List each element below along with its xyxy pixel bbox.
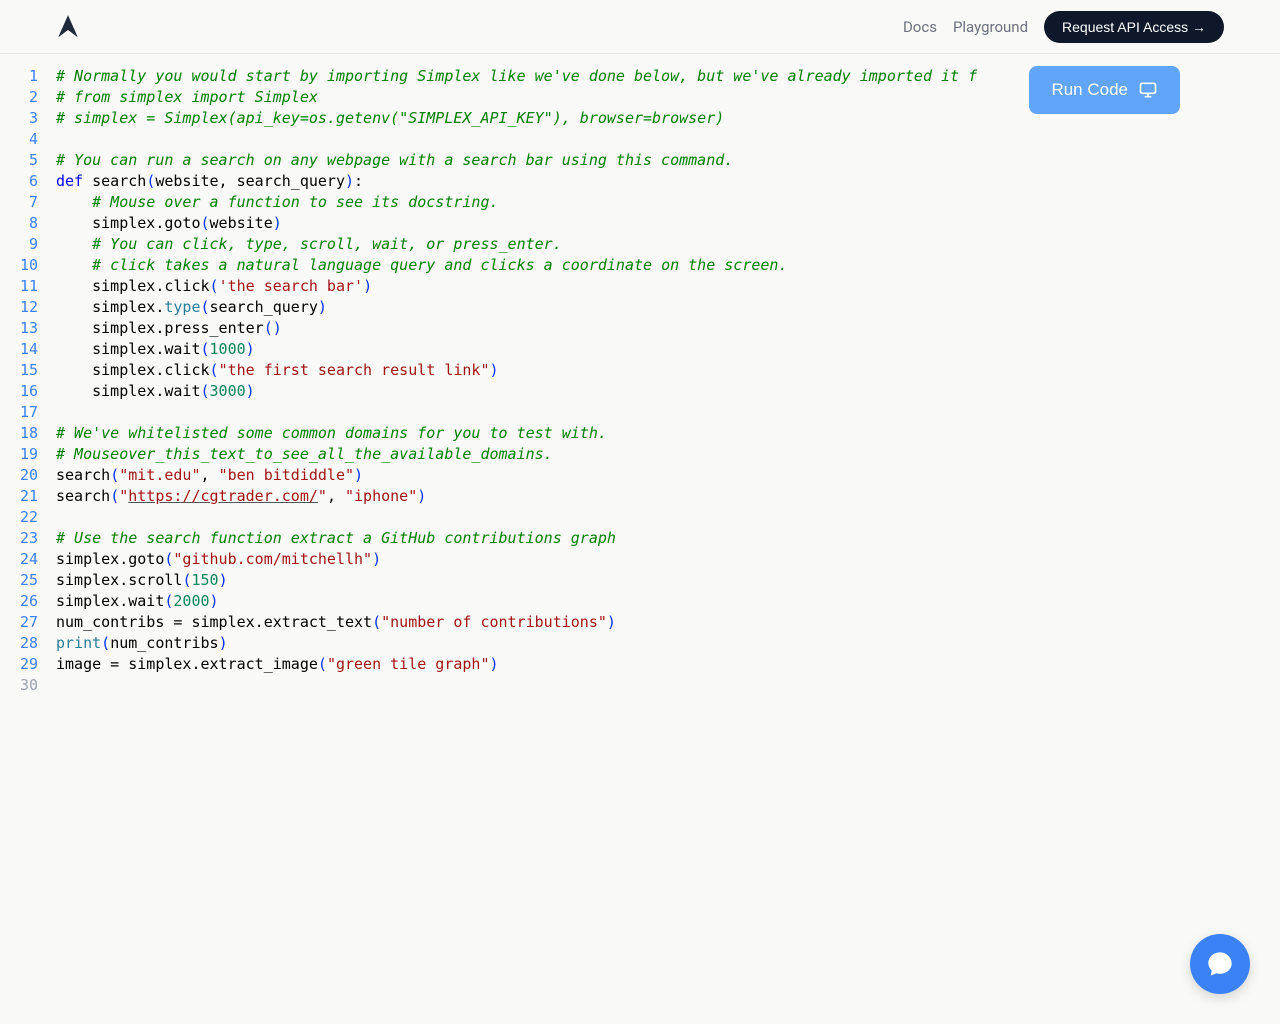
line-content[interactable]: simplex.scroll(150) xyxy=(56,570,1280,591)
line-content[interactable]: search("mit.edu", "ben bitdiddle") xyxy=(56,465,1280,486)
line-content[interactable]: simplex.type(search_query) xyxy=(56,297,1280,318)
line-number: 11 xyxy=(0,276,56,297)
line-content[interactable]: simplex.goto(website) xyxy=(56,213,1280,234)
code-line[interactable]: 24simplex.goto("github.com/mitchellh") xyxy=(0,549,1280,570)
line-content[interactable]: # click takes a natural language query a… xyxy=(56,255,1280,276)
line-number: 5 xyxy=(0,150,56,171)
line-content[interactable] xyxy=(56,129,1280,150)
editor[interactable]: Run Code 1# Normally you would start by … xyxy=(0,54,1280,696)
line-number: 10 xyxy=(0,255,56,276)
code-line[interactable]: 6def search(website, search_query): xyxy=(0,171,1280,192)
code-line[interactable]: 7 # Mouse over a function to see its doc… xyxy=(0,192,1280,213)
code-line[interactable]: 8 simplex.goto(website) xyxy=(0,213,1280,234)
line-content[interactable]: # Mouse over a function to see its docst… xyxy=(56,192,1280,213)
line-content[interactable]: simplex.click("the first search result l… xyxy=(56,360,1280,381)
line-content[interactable]: simplex.wait(2000) xyxy=(56,591,1280,612)
line-content[interactable]: simplex.press_enter() xyxy=(56,318,1280,339)
code-line[interactable]: 13 simplex.press_enter() xyxy=(0,318,1280,339)
line-number: 25 xyxy=(0,570,56,591)
request-api-button[interactable]: Request API Access → xyxy=(1044,11,1224,43)
code-line[interactable]: 4 xyxy=(0,129,1280,150)
code-line[interactable]: 25simplex.scroll(150) xyxy=(0,570,1280,591)
code-line[interactable]: 19# Mouseover_this_text_to_see_all_the_a… xyxy=(0,444,1280,465)
code-line[interactable]: 11 simplex.click('the search bar') xyxy=(0,276,1280,297)
code-line[interactable]: 27num_contribs = simplex.extract_text("n… xyxy=(0,612,1280,633)
line-number: 7 xyxy=(0,192,56,213)
line-content[interactable]: print(num_contribs) xyxy=(56,633,1280,654)
code-line[interactable]: 28print(num_contribs) xyxy=(0,633,1280,654)
run-code-label: Run Code xyxy=(1051,80,1128,100)
code-line[interactable]: 18# We've whitelisted some common domain… xyxy=(0,423,1280,444)
line-content[interactable]: search("https://cgtrader.com/", "iphone"… xyxy=(56,486,1280,507)
line-content[interactable]: # Mouseover_this_text_to_see_all_the_ava… xyxy=(56,444,1280,465)
line-content[interactable] xyxy=(56,675,1280,696)
code-line[interactable]: 22 xyxy=(0,507,1280,528)
line-content[interactable]: num_contribs = simplex.extract_text("num… xyxy=(56,612,1280,633)
line-number: 26 xyxy=(0,591,56,612)
line-number: 9 xyxy=(0,234,56,255)
line-number: 4 xyxy=(0,129,56,150)
line-content[interactable]: simplex.wait(1000) xyxy=(56,339,1280,360)
line-content[interactable]: simplex.goto("github.com/mitchellh") xyxy=(56,549,1280,570)
code-line[interactable]: 12 simplex.type(search_query) xyxy=(0,297,1280,318)
line-number: 16 xyxy=(0,381,56,402)
run-code-button[interactable]: Run Code xyxy=(1029,66,1180,114)
line-number: 30 xyxy=(0,675,56,696)
code-line[interactable]: 5# You can run a search on any webpage w… xyxy=(0,150,1280,171)
nav-playground[interactable]: Playground xyxy=(953,18,1028,36)
code-line[interactable]: 29image = simplex.extract_image("green t… xyxy=(0,654,1280,675)
code-line[interactable]: 20search("mit.edu", "ben bitdiddle") xyxy=(0,465,1280,486)
line-number: 24 xyxy=(0,549,56,570)
code-line[interactable]: 14 simplex.wait(1000) xyxy=(0,339,1280,360)
line-content[interactable]: simplex.click('the search bar') xyxy=(56,276,1280,297)
line-content[interactable]: def search(website, search_query): xyxy=(56,171,1280,192)
header: Docs Playground Request API Access → xyxy=(0,0,1280,54)
line-number: 2 xyxy=(0,87,56,108)
line-number: 22 xyxy=(0,507,56,528)
chat-icon xyxy=(1206,950,1234,978)
line-number: 14 xyxy=(0,339,56,360)
line-number: 27 xyxy=(0,612,56,633)
code-line[interactable]: 30 xyxy=(0,675,1280,696)
line-number: 18 xyxy=(0,423,56,444)
line-content[interactable]: # We've whitelisted some common domains … xyxy=(56,423,1280,444)
code-line[interactable]: 16 simplex.wait(3000) xyxy=(0,381,1280,402)
line-number: 1 xyxy=(0,66,56,87)
line-content[interactable] xyxy=(56,507,1280,528)
line-number: 17 xyxy=(0,402,56,423)
line-content[interactable] xyxy=(56,402,1280,423)
line-content[interactable]: # Use the search function extract a GitH… xyxy=(56,528,1280,549)
nav: Docs Playground Request API Access → xyxy=(903,11,1224,43)
nav-docs[interactable]: Docs xyxy=(903,18,937,36)
line-content[interactable]: image = simplex.extract_image("green til… xyxy=(56,654,1280,675)
line-content[interactable]: # You can click, type, scroll, wait, or … xyxy=(56,234,1280,255)
code-area[interactable]: 1# Normally you would start by importing… xyxy=(0,66,1280,696)
line-number: 6 xyxy=(0,171,56,192)
line-number: 15 xyxy=(0,360,56,381)
line-number: 13 xyxy=(0,318,56,339)
code-line[interactable]: 23# Use the search function extract a Gi… xyxy=(0,528,1280,549)
code-line[interactable]: 26simplex.wait(2000) xyxy=(0,591,1280,612)
line-number: 23 xyxy=(0,528,56,549)
code-line[interactable]: 9 # You can click, type, scroll, wait, o… xyxy=(0,234,1280,255)
code-line[interactable]: 21search("https://cgtrader.com/", "iphon… xyxy=(0,486,1280,507)
line-number: 8 xyxy=(0,213,56,234)
line-content[interactable]: simplex.wait(3000) xyxy=(56,381,1280,402)
line-number: 3 xyxy=(0,108,56,129)
line-number: 20 xyxy=(0,465,56,486)
code-line[interactable]: 10 # click takes a natural language quer… xyxy=(0,255,1280,276)
monitor-icon xyxy=(1138,80,1158,100)
code-line[interactable]: 17 xyxy=(0,402,1280,423)
logo-icon[interactable] xyxy=(56,15,80,39)
line-content[interactable]: # You can run a search on any webpage wi… xyxy=(56,150,1280,171)
line-number: 21 xyxy=(0,486,56,507)
line-number: 12 xyxy=(0,297,56,318)
line-number: 29 xyxy=(0,654,56,675)
line-number: 19 xyxy=(0,444,56,465)
code-line[interactable]: 15 simplex.click("the first search resul… xyxy=(0,360,1280,381)
chat-bubble-button[interactable] xyxy=(1190,934,1250,994)
line-number: 28 xyxy=(0,633,56,654)
